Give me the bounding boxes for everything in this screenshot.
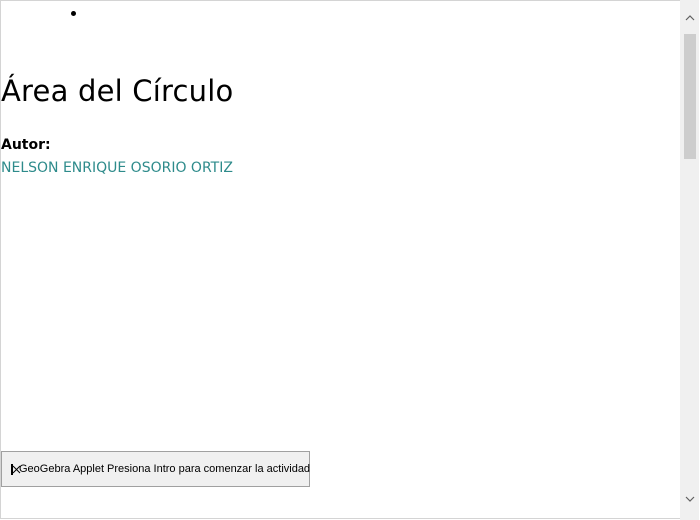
scrollbar-thumb[interactable]: [684, 34, 696, 159]
page-content: Área del Círculo Autor: NELSON ENRIQUE O…: [0, 0, 680, 520]
chevron-down-icon[interactable]: [680, 490, 699, 507]
author-label: Autor:: [1, 137, 51, 153]
vertical-scrollbar[interactable]: [680, 0, 699, 520]
broken-image-icon: [11, 463, 21, 475]
chevron-up-icon[interactable]: [680, 9, 699, 26]
page-title: Área del Círculo: [1, 74, 234, 108]
applet-placeholder-text: GeoGebra Applet Presiona Intro para come…: [19, 463, 311, 475]
author-link[interactable]: NELSON ENRIQUE OSORIO ORTIZ: [1, 160, 233, 176]
bullet-dot: [71, 11, 76, 16]
geogebra-applet-placeholder[interactable]: GeoGebra Applet Presiona Intro para come…: [1, 451, 310, 487]
